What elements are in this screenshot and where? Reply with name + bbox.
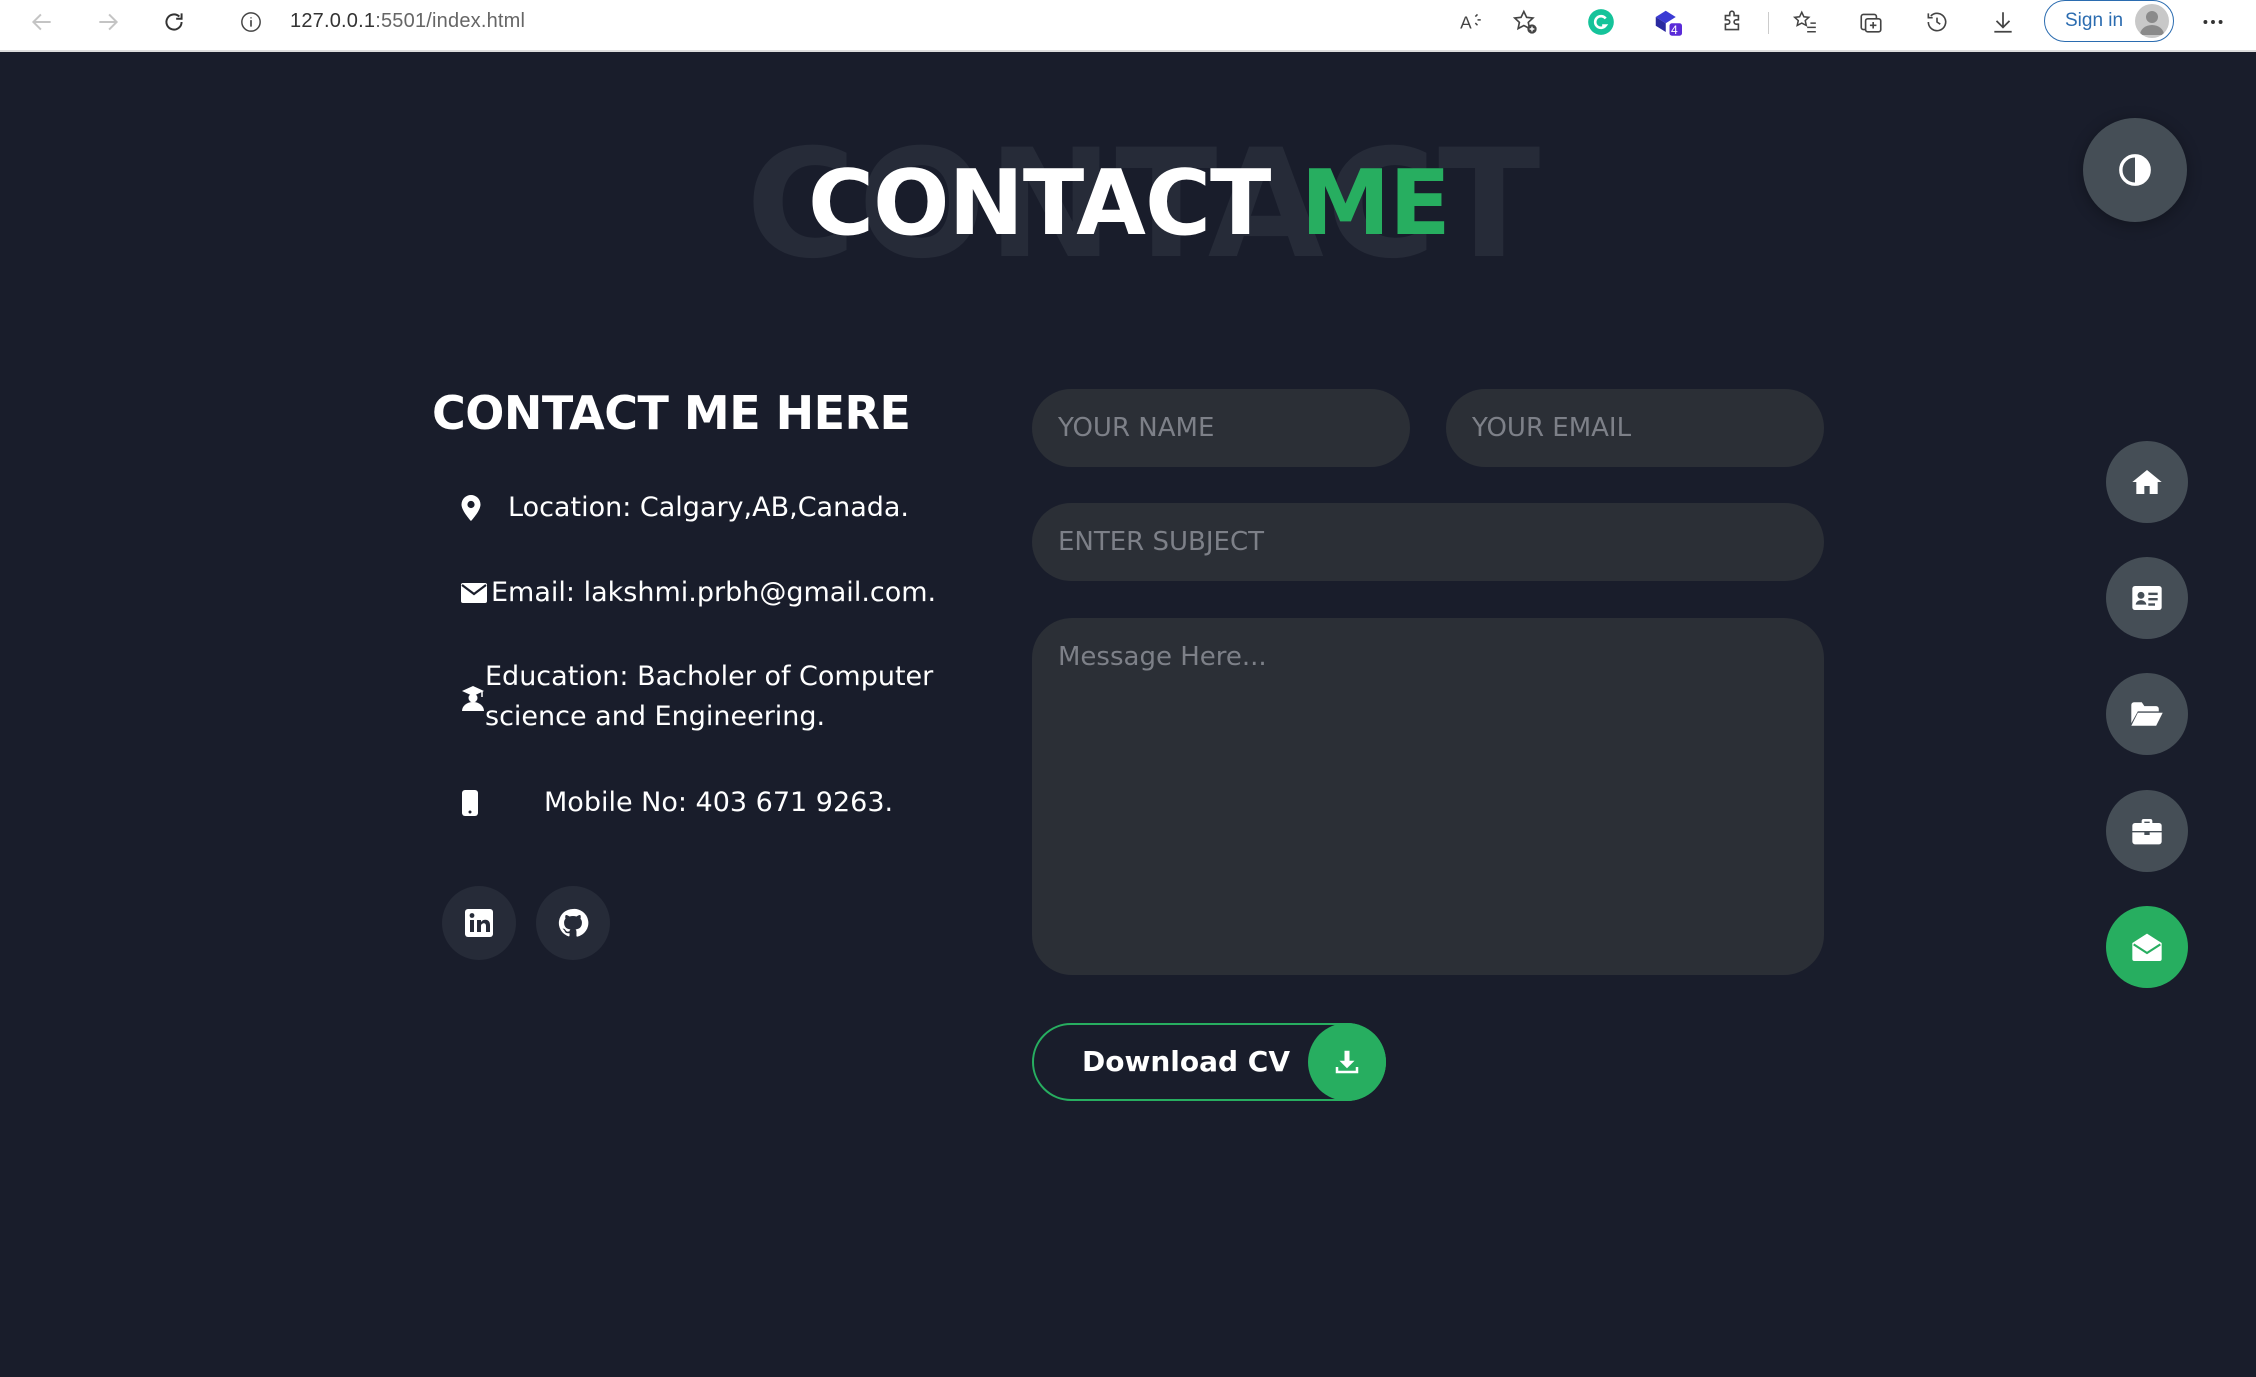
favorites-button[interactable] (1790, 7, 1820, 37)
download-cv-label: Download CV (1082, 1045, 1291, 1078)
education-line1: Education: Bacholer of Computer (485, 661, 934, 692)
envelope-icon (461, 583, 487, 603)
briefcase-icon (2132, 819, 2162, 845)
github-button[interactable] (536, 886, 610, 960)
extension-badge: 4 (1671, 23, 1678, 37)
github-icon (558, 908, 589, 937)
theme-toggle-button[interactable] (2083, 118, 2187, 222)
read-aloud-button[interactable]: A (1456, 7, 1486, 37)
browser-toolbar: 127.0.0.1:5501/index.html A 4 Sign in (0, 0, 2256, 52)
download-icon-circle (1308, 1023, 1386, 1101)
mobile-text: Mobile No: 403 671 9263. (544, 787, 894, 818)
email-input[interactable] (1446, 389, 1824, 467)
svg-text:A: A (1460, 13, 1472, 33)
folder-open-icon (2131, 702, 2163, 726)
page-title: CONTACT ME (808, 149, 1451, 259)
more-menu-button[interactable] (2198, 7, 2228, 37)
title-accent: ME (1300, 151, 1451, 256)
history-button[interactable] (1922, 7, 1952, 37)
education-line2: science and Engineering. (485, 701, 826, 732)
section-title: CONTACT CONTACT ME (0, 125, 2256, 285)
favorites-icon (1792, 10, 1816, 33)
extensions-button[interactable] (1718, 7, 1748, 37)
collections-button[interactable] (1856, 7, 1886, 37)
grammarly-extension-button[interactable] (1586, 7, 1616, 37)
puzzle-icon (1724, 10, 1740, 31)
url-text[interactable]: 127.0.0.1:5501/index.html (290, 10, 525, 33)
envelope-open-icon (2132, 933, 2162, 961)
address-bar[interactable]: 127.0.0.1:5501/index.html A (214, 0, 1558, 44)
downloads-button[interactable] (1988, 7, 2018, 37)
reload-icon (165, 13, 183, 31)
linkedin-icon (465, 909, 493, 937)
sign-in-button[interactable]: Sign in (2044, 0, 2174, 42)
nav-contact-button[interactable] (2106, 906, 2188, 988)
forward-arrow-icon (99, 13, 119, 31)
id-card-icon (2132, 586, 2162, 610)
download-arrow-icon (1994, 12, 2012, 33)
location-text: Location: Calgary,AB,Canada. (508, 492, 910, 523)
subject-input[interactable] (1032, 503, 1824, 581)
name-input[interactable] (1032, 389, 1410, 467)
toolbar-divider (1768, 12, 1769, 34)
nav-about-button[interactable] (2106, 557, 2188, 639)
email-text: Email: lakshmi.prbh@gmail.com. (491, 577, 937, 608)
contrast-icon (2119, 154, 2151, 186)
site-info-icon[interactable] (240, 11, 262, 33)
mobile-phone-icon (462, 790, 478, 816)
download-icon (1335, 1050, 1359, 1074)
forward-button[interactable] (86, 0, 130, 44)
add-favorite-button[interactable] (1510, 7, 1540, 37)
reload-button[interactable] (152, 0, 196, 44)
nav-experience-button[interactable] (2106, 790, 2188, 872)
history-icon (1927, 12, 1947, 32)
contact-heading: CONTACT ME HERE (432, 386, 911, 440)
extension-button[interactable]: 4 (1652, 7, 1682, 37)
read-aloud-icon: A (1460, 13, 1481, 33)
sign-in-label: Sign in (2065, 10, 2124, 31)
message-textarea[interactable] (1032, 618, 1824, 975)
map-marker-icon (461, 495, 481, 521)
star-add-icon (1512, 9, 1537, 34)
back-arrow-icon (31, 13, 51, 31)
nav-portfolio-button[interactable] (2106, 673, 2188, 755)
linkedin-button[interactable] (442, 886, 516, 960)
back-button[interactable] (20, 0, 64, 44)
download-cv-button[interactable]: Download CV (1032, 1023, 1386, 1101)
graduate-icon (462, 686, 484, 711)
nav-home-button[interactable] (2106, 441, 2188, 523)
title-main: CONTACT (808, 151, 1271, 256)
collections-icon (1860, 13, 1882, 33)
grammarly-icon (1588, 9, 1614, 35)
profile-avatar-icon (2135, 4, 2169, 38)
more-dots-icon (2203, 20, 2223, 24)
home-icon (2132, 470, 2162, 494)
